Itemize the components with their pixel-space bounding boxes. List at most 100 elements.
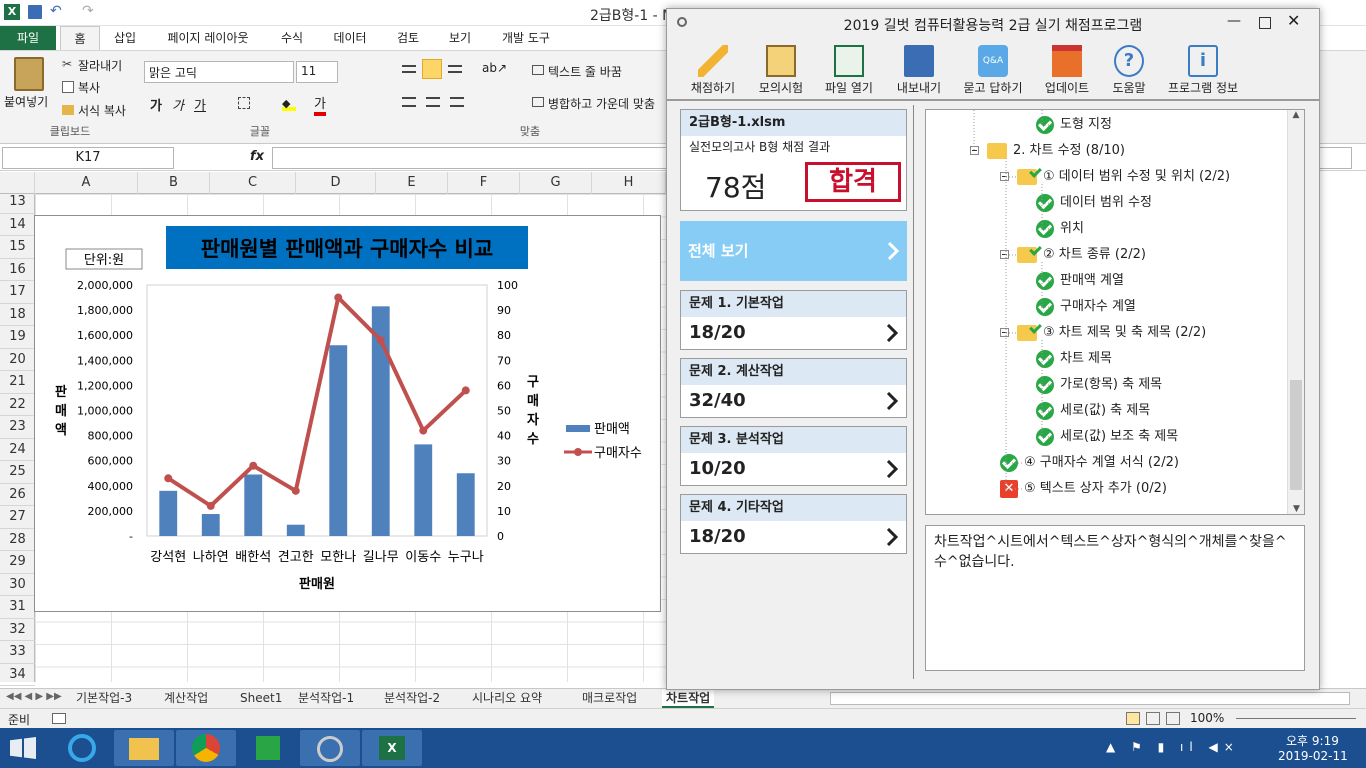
col-header[interactable]: C <box>210 172 296 194</box>
row-header[interactable]: 27 <box>0 506 35 529</box>
scroll-up-icon[interactable]: ▲ <box>1288 110 1304 120</box>
tree-node[interactable]: ✕ ⑤ 텍스트 상자 추가 (0/2) <box>1000 478 1167 500</box>
tab-page-layout[interactable]: 페이지 레이아웃 <box>152 26 264 50</box>
save-icon[interactable] <box>28 5 42 19</box>
wrap-text-button[interactable]: 텍스트 줄 바꿈 <box>548 63 622 80</box>
normal-view-icon[interactable] <box>1126 712 1140 725</box>
copy-button[interactable]: 복사 <box>78 79 100 96</box>
paste-button[interactable]: 붙여넣기 <box>4 93 48 110</box>
tab-developer[interactable]: 개발 도구 <box>490 26 562 50</box>
text-direction-icon[interactable]: ab↗ <box>482 61 507 75</box>
problem-card-4[interactable]: 문제 4. 기타작업 18/20 <box>680 494 907 554</box>
row-header[interactable]: 32 <box>0 619 35 641</box>
sheet-tab[interactable]: 분석작업-2 <box>380 689 444 708</box>
col-header[interactable]: F <box>448 172 520 194</box>
tab-insert[interactable]: 삽입 <box>104 26 146 50</box>
col-header[interactable]: H <box>592 172 666 194</box>
col-header[interactable]: D <box>296 172 376 194</box>
mock-exam-button[interactable]: 모의시험 <box>749 45 813 96</box>
row-header[interactable]: 31 <box>0 596 35 619</box>
tab-formulas[interactable]: 수식 <box>270 26 314 50</box>
tab-data[interactable]: 데이터 <box>322 26 378 50</box>
row-header[interactable]: 15 <box>0 236 35 259</box>
font-size-select[interactable]: 11 <box>296 61 338 83</box>
collapse-icon[interactable] <box>970 146 979 155</box>
tab-file[interactable]: 파일 <box>0 26 56 50</box>
zoom-slider[interactable] <box>1236 718 1356 719</box>
tree-node[interactable]: ② 차트 종류 (2/2) <box>1000 244 1146 266</box>
bold-button[interactable]: 가 <box>150 95 162 114</box>
undo-icon[interactable]: ↶ <box>50 3 62 19</box>
row-header[interactable]: 19 <box>0 326 35 349</box>
page-layout-view-icon[interactable] <box>1146 712 1160 725</box>
row-header[interactable]: 17 <box>0 281 35 304</box>
cut-icon[interactable]: ✂ <box>62 57 72 71</box>
explorer-icon[interactable] <box>114 730 174 766</box>
col-header[interactable]: B <box>138 172 210 194</box>
sheet-tab[interactable]: 매크로작업 <box>578 689 641 708</box>
qna-button[interactable]: Q&A 묻고 답하기 <box>957 45 1029 96</box>
zoom-level[interactable]: 100% <box>1190 711 1224 725</box>
merge-center-button[interactable]: 병합하고 가운데 맞춤 <box>548 95 666 112</box>
view-all-button[interactable]: 전체 보기 <box>680 221 907 281</box>
align-left-icon[interactable] <box>402 97 416 107</box>
sheet-tab[interactable]: 시나리오 요약 <box>468 689 546 708</box>
collapse-icon[interactable] <box>1000 328 1009 337</box>
macro-record-icon[interactable] <box>52 713 66 724</box>
tree-node[interactable]: 2. 차트 수정 (8/10) <box>970 140 1125 162</box>
row-header[interactable]: 22 <box>0 394 35 416</box>
tree-scrollbar[interactable]: ▲ ▼ <box>1287 110 1304 514</box>
clock-time[interactable]: 오후 9:19 <box>1286 732 1339 749</box>
row-header[interactable]: 21 <box>0 371 35 394</box>
border-icon[interactable] <box>238 97 250 109</box>
row-header[interactable]: 23 <box>0 416 35 439</box>
ie-icon[interactable] <box>52 730 112 766</box>
row-header[interactable]: 13 <box>0 191 35 214</box>
page-break-view-icon[interactable] <box>1166 712 1180 725</box>
row-header[interactable]: 18 <box>0 304 35 326</box>
scroll-down-icon[interactable]: ▼ <box>1288 504 1304 514</box>
horizontal-scrollbar[interactable] <box>830 692 1350 705</box>
tree-node[interactable]: 세로(값) 보조 축 제목 <box>1036 426 1178 448</box>
wrap-text-icon[interactable] <box>532 65 544 75</box>
tree-node[interactable]: 도형 지정 <box>1036 114 1112 136</box>
program-info-button[interactable]: i 프로그램 정보 <box>1161 45 1245 96</box>
col-header[interactable]: A <box>35 172 138 194</box>
tree-node[interactable]: ③ 차트 제목 및 축 제목 (2/2) <box>1000 322 1206 344</box>
tree-node[interactable]: 데이터 범위 수정 <box>1036 192 1152 214</box>
chrome-icon[interactable] <box>176 730 236 766</box>
windows-start-icon[interactable] <box>10 737 36 759</box>
collapse-icon[interactable] <box>1000 250 1009 259</box>
open-file-button[interactable]: 파일 열기 <box>817 45 881 96</box>
cut-button[interactable]: 잘라내기 <box>78 57 122 74</box>
format-painter-icon[interactable] <box>62 105 74 115</box>
row-header[interactable]: 24 <box>0 439 35 461</box>
tab-view[interactable]: 보기 <box>438 26 482 50</box>
collapse-icon[interactable] <box>1000 172 1009 181</box>
row-header[interactable]: 34 <box>0 664 35 686</box>
name-box[interactable]: K17 <box>2 147 174 169</box>
problem-card-1[interactable]: 문제 1. 기본작업 18/20 <box>680 290 907 350</box>
align-middle-icon[interactable] <box>422 59 442 79</box>
tab-home[interactable]: 홈 <box>60 26 100 50</box>
font-color-icon[interactable]: 가 <box>314 93 326 116</box>
minimize-button[interactable]: — <box>1227 13 1241 29</box>
sheet-nav-icon[interactable]: ◀◀ ◀ ▶ ▶▶ <box>6 691 62 702</box>
tree-node[interactable]: 구매자수 계열 <box>1036 296 1136 318</box>
tree-node[interactable]: 세로(값) 축 제목 <box>1036 400 1150 422</box>
clock-date[interactable]: 2019-02-11 <box>1278 749 1348 763</box>
close-button[interactable]: ✕ <box>1287 11 1300 30</box>
align-top-icon[interactable] <box>402 65 416 73</box>
problem-card-2[interactable]: 문제 2. 계산작업 32/40 <box>680 358 907 418</box>
excel-taskbar-icon[interactable]: X <box>362 730 422 766</box>
row-header[interactable]: 14 <box>0 214 35 236</box>
copy-icon[interactable] <box>62 81 74 93</box>
sheet-tab[interactable]: 차트작업 <box>662 689 715 708</box>
sheet-tab[interactable]: Sheet1 <box>236 689 286 708</box>
problem-card-3[interactable]: 문제 3. 분석작업 10/20 <box>680 426 907 486</box>
chart-area[interactable]: 판매원별 판매액과 구매자수 비교 단위:원 2,000,000 1,800,000 1… <box>34 215 661 612</box>
align-center-icon[interactable] <box>426 97 440 107</box>
redo-icon[interactable]: ↷ <box>82 3 94 19</box>
col-header[interactable]: G <box>520 172 592 194</box>
tree-node[interactable]: 가로(항목) 축 제목 <box>1036 374 1162 396</box>
